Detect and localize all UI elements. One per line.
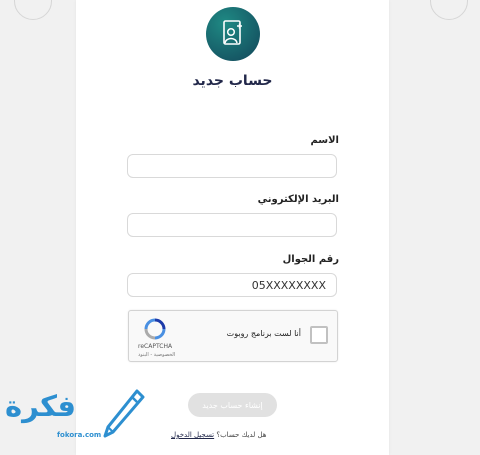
- register-card: حساب جديد الاسم البريد الإلكتروني رقم ال…: [76, 0, 389, 455]
- login-link[interactable]: تسجيل الدخول: [171, 431, 214, 439]
- recaptcha-logo-icon: [144, 318, 166, 344]
- watermark-logo: فكرة fokora.com: [5, 388, 150, 443]
- user-card-icon: [206, 7, 260, 61]
- recaptcha-widget: أنا لست برنامج روبوت reCAPTCHA الخصوصية …: [128, 310, 338, 362]
- recaptcha-label: أنا لست برنامج روبوت: [226, 329, 301, 338]
- login-prompt: هل لديك حساب؟ تسجيل الدخول: [171, 431, 266, 439]
- background-decoration-right: [430, 0, 468, 20]
- background-decoration-left: [14, 0, 52, 20]
- email-label: البريد الإلكتروني: [257, 194, 339, 205]
- create-account-button[interactable]: إنشاء حساب جديد: [188, 393, 277, 417]
- phone-input[interactable]: [127, 273, 337, 297]
- logo-subtext: fokora.com: [57, 431, 102, 439]
- phone-label: رقم الجوال: [282, 254, 339, 265]
- pencil-icon: [103, 389, 145, 438]
- email-input[interactable]: [127, 213, 337, 237]
- recaptcha-checkbox[interactable]: [310, 326, 328, 344]
- name-input[interactable]: [127, 154, 337, 178]
- login-question: هل لديك حساب؟: [216, 431, 267, 439]
- logo-text: فكرة: [5, 389, 77, 423]
- recaptcha-brand: reCAPTCHA: [138, 343, 173, 350]
- recaptcha-terms[interactable]: الخصوصية - البنود: [138, 352, 175, 358]
- name-label: الاسم: [310, 135, 339, 146]
- page-title: حساب جديد: [192, 73, 273, 89]
